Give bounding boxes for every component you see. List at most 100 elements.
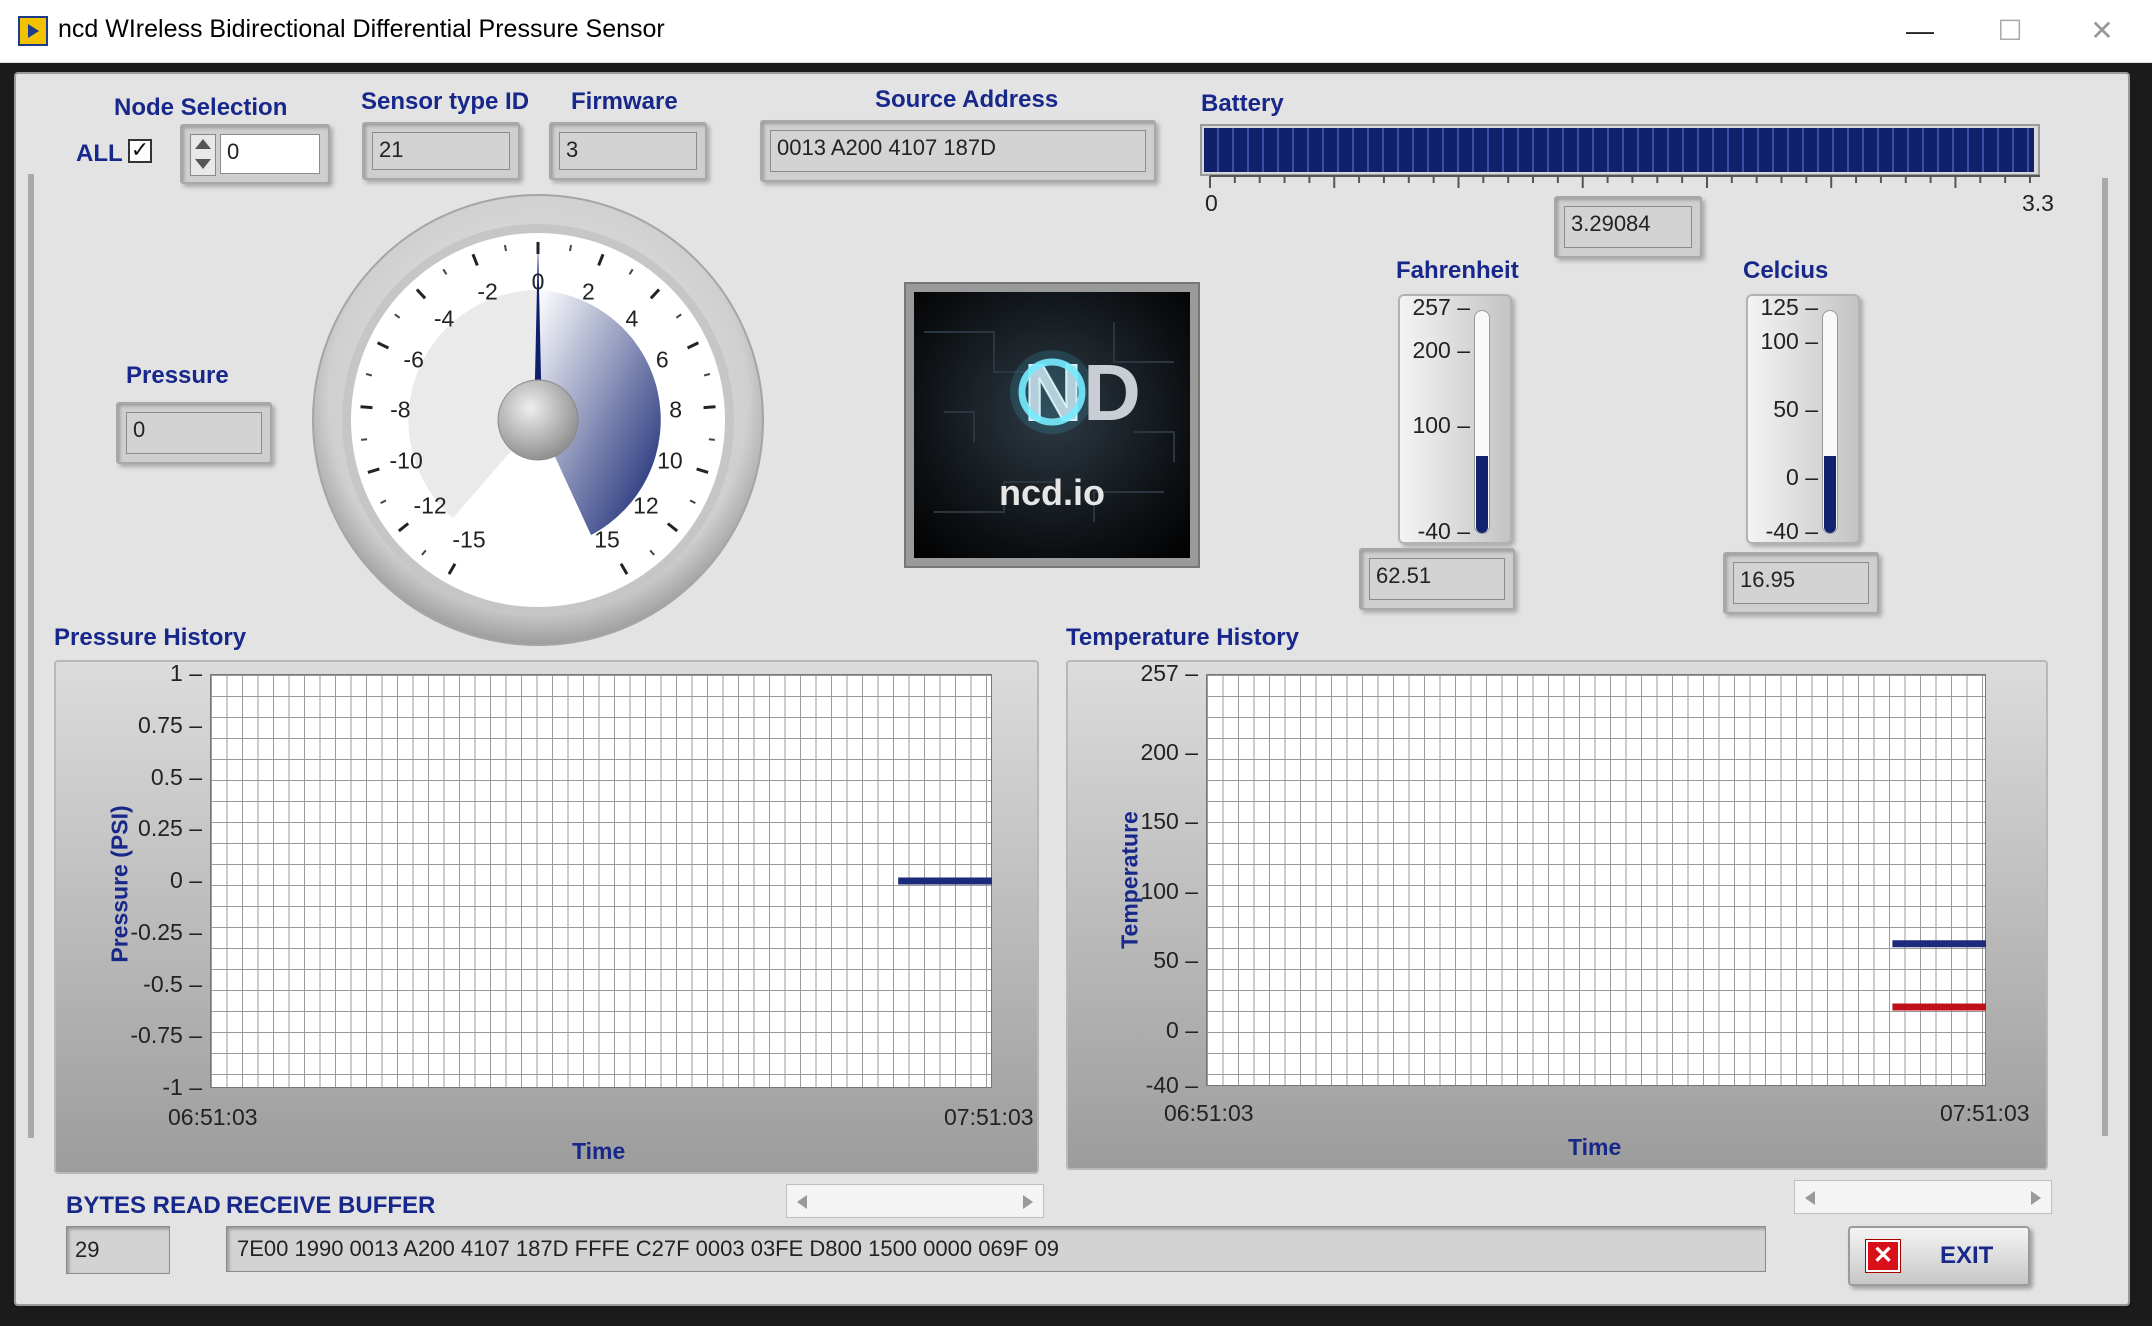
gauge-major-tick (703, 405, 716, 410)
thermometer-tick-label: 257 – (1412, 294, 1470, 320)
temperature-history-title: Temperature History (1066, 624, 1299, 651)
source-address-label: Source Address (875, 86, 1059, 113)
source-address-indicator: 0013 A200 4107 187D (760, 120, 1156, 182)
battery-value: 3.29084 (1564, 206, 1692, 248)
battery-bar (1200, 124, 2040, 176)
y-axis-tick-label: 0 – (170, 867, 202, 893)
y-axis-tick-label: 200 – (1140, 739, 1198, 766)
pressure-indicator: 0 (116, 402, 272, 464)
gauge-tick-label: -12 (413, 492, 447, 519)
temperature-x-tick-start: 06:51:03 (1164, 1100, 1254, 1126)
node-stepper[interactable] (190, 134, 216, 176)
exit-button[interactable]: ✕ EXIT (1848, 1226, 2030, 1286)
pressure-gauge (312, 194, 764, 646)
gauge-tick-label: -10 (389, 447, 423, 474)
node-selection-input[interactable]: 0 (220, 134, 320, 174)
thermometer-tick-label: 100 – (1760, 327, 1818, 354)
scroll-right-icon[interactable] (1023, 1195, 1033, 1209)
y-axis-tick-label: -0.25 – (130, 918, 202, 945)
bytes-read-value: 29 (66, 1226, 170, 1274)
pressure-x-tick-start: 06:51:03 (168, 1104, 258, 1130)
panel-right-splitter[interactable] (2102, 178, 2108, 1136)
y-axis-tick-label: 0.25 – (138, 815, 202, 842)
gauge-minor-tick (361, 438, 368, 441)
y-axis-tick-label: -1 – (162, 1074, 202, 1100)
gauge-tick-label: 12 (633, 492, 659, 519)
thermometer-tick-label: -40 – (1765, 518, 1818, 544)
thermometer-tick-label: 0 – (1786, 463, 1818, 490)
node-selection-control: 0 (180, 124, 330, 184)
all-label: ALL (76, 140, 123, 167)
source-address-value: 0013 A200 4107 187D (770, 130, 1146, 172)
celcius-label: Celcius (1743, 257, 1829, 284)
scroll-right-icon[interactable] (2031, 1191, 2041, 1205)
y-axis-tick-label: 0 – (1166, 1016, 1198, 1043)
window-title: ncd WIreless Bidirectional Differential … (58, 15, 665, 43)
firmware-value: 3 (559, 132, 697, 170)
gauge-tick-label: -4 (433, 305, 455, 332)
sensor-type-value: 21 (372, 132, 510, 170)
exit-x-icon: ✕ (1865, 1239, 1901, 1273)
temperature-series-layer (1892, 940, 1986, 1011)
node-selection-label: Node Selection (114, 94, 288, 121)
logo-text: ncd.io (999, 472, 1105, 513)
sensor-type-indicator: 21 (362, 122, 520, 180)
gauge-hub (497, 379, 579, 461)
battery-bar-fill (1204, 128, 2034, 172)
celcius-level (1824, 455, 1836, 533)
thermometer-tick-label: -40 – (1417, 518, 1470, 544)
temperature-y-axis-title: Temperature (1116, 811, 1143, 949)
gauge-tick-label: 2 (582, 278, 595, 305)
ncd-logo: N D ncd.io (914, 292, 1190, 558)
stepper-up-icon[interactable] (195, 139, 211, 149)
gauge-tick-label: 0 (531, 268, 545, 295)
celcius-tube (1822, 310, 1838, 534)
gauge-minor-tick (708, 438, 715, 441)
panel-left-splitter[interactable] (28, 174, 34, 1138)
exit-label: EXIT (1940, 1242, 1994, 1269)
battery-label: Battery (1201, 90, 1284, 117)
gauge-major-tick (360, 405, 373, 410)
maximize-button[interactable]: ☐ (1980, 10, 2040, 52)
y-axis-tick-label: -40 – (1145, 1072, 1198, 1098)
y-axis-tick-label: 0.75 – (138, 711, 202, 738)
temperature-x-tick-end: 07:51:03 (1940, 1100, 2030, 1126)
gauge-tick-label: -8 (390, 396, 411, 423)
gauge-tick-label: 10 (657, 447, 683, 474)
bytes-read-label: BYTES READ (66, 1192, 221, 1219)
thermometer-tick-label: 125 – (1760, 294, 1818, 320)
receive-buffer-value: 7E00 1990 0013 A200 4107 187D FFFE C27F … (226, 1226, 1766, 1272)
gauge-tick-label: -15 (452, 526, 486, 552)
fahrenheit-indicator: 62.51 (1359, 548, 1515, 610)
close-button[interactable]: ✕ (2072, 10, 2132, 52)
thermometer-tick-label: 50 – (1773, 395, 1818, 422)
firmware-indicator: 3 (549, 122, 707, 180)
all-checkbox[interactable]: ✓ (128, 139, 152, 163)
pressure-series-layer (898, 877, 992, 885)
fahrenheit-level (1476, 455, 1488, 533)
pressure-label: Pressure (126, 362, 229, 389)
scroll-left-icon[interactable] (1805, 1191, 1815, 1205)
y-axis-tick-label: -0.5 – (143, 970, 202, 997)
y-axis-tick-label: 0.5 – (150, 763, 202, 790)
celcius-value: 16.95 (1733, 562, 1869, 604)
fahrenheit-label: Fahrenheit (1396, 257, 1519, 284)
ncd-logo-frame: N D ncd.io (904, 282, 1200, 568)
app-icon (18, 16, 48, 46)
pressure-value: 0 (126, 412, 262, 454)
y-axis-tick-label: 50 – (1153, 947, 1198, 974)
y-axis-tick-label: 257 – (1140, 660, 1198, 686)
y-axis-tick-label: -0.75 – (130, 1022, 202, 1049)
title-bar: ncd WIreless Bidirectional Differential … (0, 0, 2152, 63)
scroll-left-icon[interactable] (797, 1195, 807, 1209)
gauge-tick-label: -6 (403, 346, 424, 373)
stepper-down-icon[interactable] (195, 159, 211, 169)
firmware-label: Firmware (571, 88, 678, 115)
minimize-button[interactable]: — (1890, 10, 1950, 52)
gauge-tick-label: 6 (655, 346, 669, 373)
thermometer-tick-label: 200 – (1412, 336, 1470, 363)
temperature-history-scrollbar[interactable] (1794, 1180, 2052, 1214)
pressure-history-scrollbar[interactable] (786, 1184, 1044, 1218)
battery-indicator: 3.29084 (1554, 196, 1702, 258)
gauge-tick-label: 15 (594, 526, 620, 552)
